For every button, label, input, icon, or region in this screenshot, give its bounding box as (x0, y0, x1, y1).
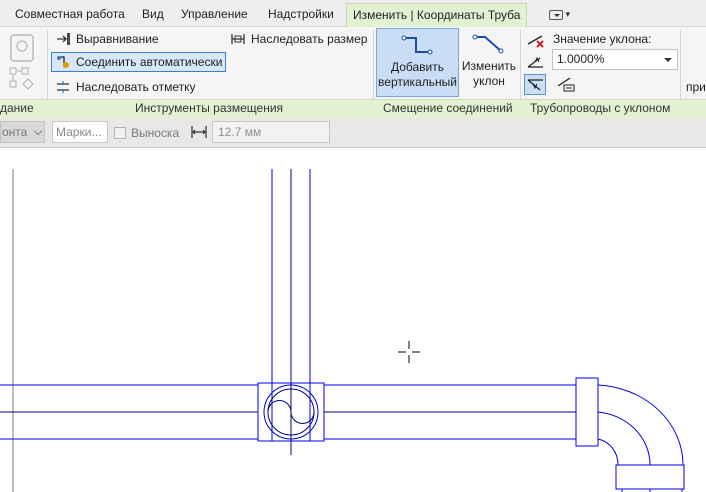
align-icon (55, 31, 71, 47)
tab-collaborate[interactable]: Совместная работа (15, 5, 125, 25)
cut-panel-icon[interactable] (8, 33, 40, 93)
add-vertical-label-1: Добавить (390, 60, 445, 74)
change-slope-label-2: уклон (473, 74, 505, 88)
change-slope-label-1: Изменить (461, 59, 517, 73)
slope-value-select[interactable]: 1.0000% (552, 49, 678, 70)
slope-value-text: 1.0000% (557, 52, 605, 66)
sloped-piping-title: Трубопроводы с уклоном (530, 101, 671, 115)
cut-panel-title: дание (0, 101, 34, 115)
width-dimension-icon (191, 125, 207, 139)
placement-tools-title: Инструменты размещения (135, 101, 284, 115)
crosshair-cursor-icon (398, 341, 420, 363)
elbow-fitting[interactable] (575, 377, 685, 492)
panel-toggle-icon (549, 9, 563, 20)
quick-access-menu-button[interactable]: ▾ (549, 7, 579, 21)
slope-up-icon (527, 56, 543, 68)
tab-manage[interactable]: Управление (181, 5, 248, 25)
add-vertical-button[interactable]: Добавить вертикальный (376, 28, 459, 97)
tab-addins[interactable]: Надстройки (268, 5, 334, 25)
leader-label: Выноска (131, 126, 180, 140)
slope-tag-button[interactable] (556, 74, 578, 95)
inherit-elevation-icon (55, 79, 71, 95)
add-vertical-icon (401, 35, 432, 55)
inherit-size-label: Наследовать размер (251, 32, 368, 46)
tag-mark-field[interactable]: Марки... (52, 121, 108, 143)
toolbar-gap (0, 149, 706, 169)
horizontal-pipe[interactable] (0, 384, 576, 440)
slope-down-icon (527, 79, 543, 91)
cut-panel-label[interactable]: при (686, 80, 706, 94)
chevron-down-icon (33, 126, 43, 136)
inherit-size-button[interactable]: Наследовать размер (230, 29, 367, 49)
change-slope-icon (472, 34, 504, 54)
panel-title-bar: дание Инструменты размещения Смещение со… (0, 99, 706, 118)
disable-slope-button[interactable] (525, 30, 547, 51)
chevron-down-icon (664, 58, 672, 62)
slope-down-button[interactable] (524, 74, 546, 95)
add-vertical-label-2: вертикальный (378, 75, 457, 89)
slope-value-label: Значение уклона: (553, 32, 652, 46)
leader-length-field[interactable]: 12.7 мм (212, 121, 330, 143)
connection-offset-title: Смещение соединений (383, 101, 513, 115)
inherit-elevation-button[interactable]: Наследовать отметку (55, 77, 195, 97)
options-bar: онта Марки... Выноска 12.7 мм (0, 118, 706, 148)
inherit-elevation-label: Наследовать отметку (76, 80, 196, 94)
slope-up-button[interactable] (525, 52, 547, 73)
drawing-canvas[interactable] (0, 169, 706, 492)
inherit-size-icon (230, 31, 246, 47)
ribbon-tab-strip: Совместная работа Вид Управление Надстро… (0, 0, 706, 27)
tag-orientation-value: онта (2, 125, 28, 139)
leader-checkbox[interactable] (114, 127, 126, 139)
tab-view[interactable]: Вид (142, 5, 164, 25)
disable-slope-icon (527, 35, 544, 48)
tab-modify-pipe[interactable]: Изменить | Координаты Труба (346, 3, 528, 27)
auto-connect-button[interactable]: Соединить автоматически (51, 52, 227, 72)
auto-connect-label: Соединить автоматически (76, 55, 223, 69)
slope-tag-icon (557, 77, 575, 92)
align-label: Выравнивание (76, 32, 159, 46)
change-slope-button[interactable]: Изменить уклон (460, 28, 518, 97)
tag-orientation-dropdown[interactable]: онта (0, 121, 45, 143)
align-button[interactable]: Выравнивание (55, 29, 159, 49)
auto-connect-icon (55, 54, 71, 70)
